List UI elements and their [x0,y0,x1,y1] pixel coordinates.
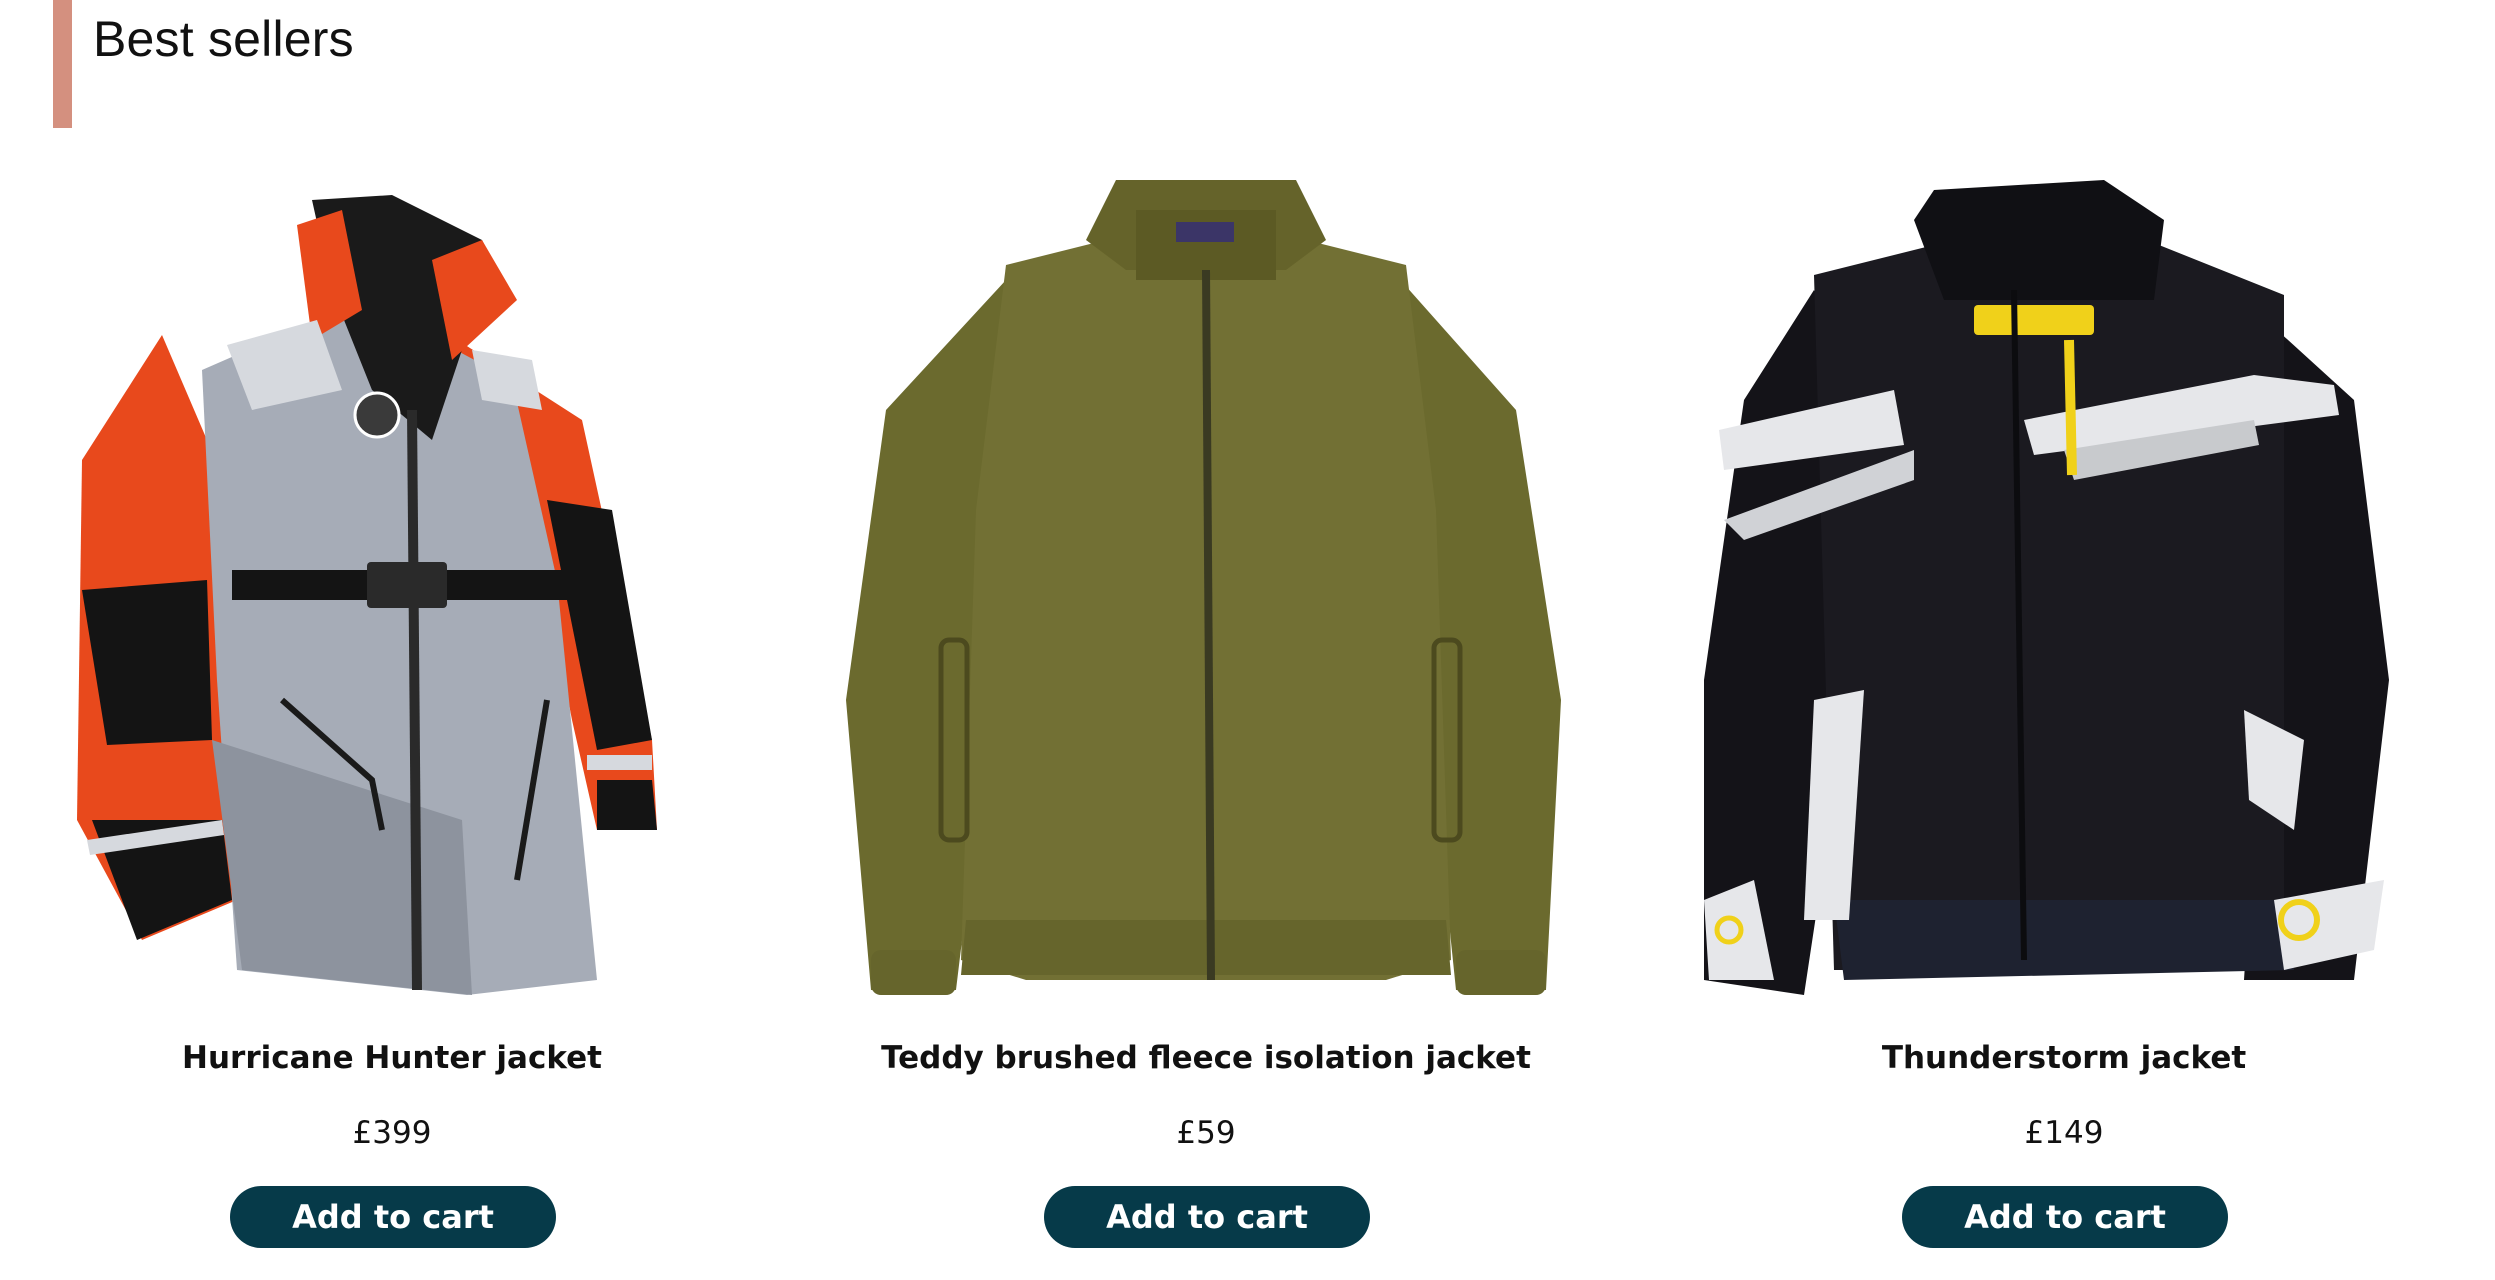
section-accent-bar [53,0,72,128]
olive-fleece-jacket-icon [846,180,1561,995]
product-name[interactable]: Teddy brushed fleece isolation jacket [826,1035,1586,1081]
product-image[interactable] [12,180,772,1010]
product-name[interactable]: Hurricane Hunter jacket [12,1035,772,1081]
product-card: Teddy brushed fleece isolation jacket £5… [826,180,1586,1280]
add-to-cart-button[interactable]: Add to cart [1902,1186,2228,1248]
best-sellers-page: Best sellers Hurricane Hunter jacket £39… [0,0,2495,1280]
product-price: £149 [2024,1115,2104,1151]
product-card: Thunderstorm jacket £149 Add to cart [1684,180,2444,1280]
section-title: Best sellers [93,11,354,67]
product-name[interactable]: Thunderstorm jacket [1684,1035,2444,1081]
add-to-cart-button[interactable]: Add to cart [1044,1186,1370,1248]
add-to-cart-button[interactable]: Add to cart [230,1186,556,1248]
black-white-moto-jacket-icon [1704,180,2389,995]
orange-grey-parka-jacket-icon [77,195,657,995]
product-image[interactable] [1684,180,2444,1010]
product-card: Hurricane Hunter jacket £399 Add to cart [12,180,772,1280]
product-price: £59 [1176,1115,1236,1151]
product-image[interactable] [826,180,1586,1010]
product-price: £399 [352,1115,432,1151]
